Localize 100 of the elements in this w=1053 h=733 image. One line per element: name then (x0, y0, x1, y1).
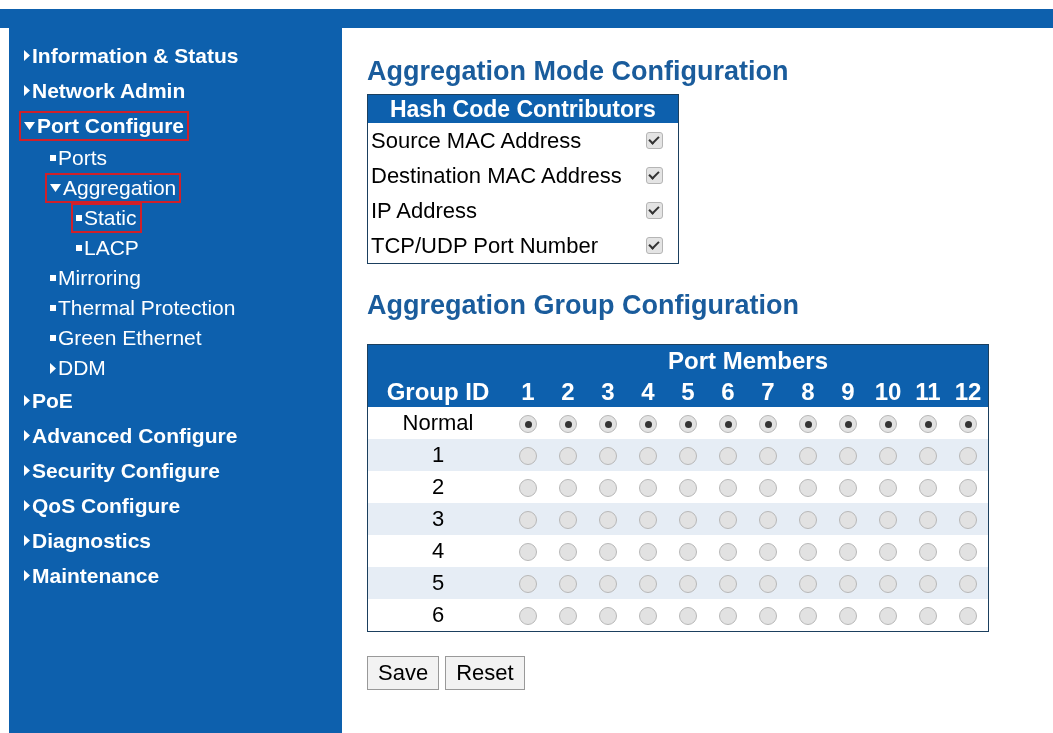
radio-button[interactable] (519, 575, 537, 594)
radio-button[interactable] (879, 479, 897, 498)
radio-button[interactable] (639, 479, 657, 498)
radio-button[interactable] (879, 543, 897, 562)
radio-button[interactable] (599, 447, 617, 466)
radio-button[interactable] (639, 543, 657, 562)
radio-button[interactable] (519, 511, 537, 530)
sidebar-item[interactable]: Static (71, 203, 142, 233)
radio-button[interactable] (679, 607, 697, 626)
radio-button[interactable] (519, 543, 537, 562)
sidebar-item[interactable]: PoE (19, 385, 78, 416)
checkbox[interactable] (645, 167, 663, 184)
action-button[interactable]: Save (367, 656, 440, 690)
action-button[interactable]: Reset (445, 656, 525, 690)
radio-button[interactable] (759, 479, 777, 498)
sidebar-item[interactable]: Port Configure (19, 110, 189, 141)
sidebar-item[interactable]: QoS Configure (19, 490, 186, 521)
radio-button[interactable] (919, 479, 937, 498)
radio-button[interactable] (519, 479, 537, 498)
radio-button[interactable] (519, 447, 537, 466)
radio-button[interactable] (719, 415, 737, 434)
radio-button[interactable] (879, 511, 897, 530)
radio-button[interactable] (799, 511, 817, 530)
sidebar-item[interactable]: Aggregation (45, 173, 182, 203)
radio-button[interactable] (879, 415, 897, 434)
radio-button[interactable] (599, 607, 617, 626)
radio-button[interactable] (759, 511, 777, 530)
radio-button[interactable] (559, 511, 577, 530)
radio-button[interactable] (959, 511, 977, 530)
sidebar-item[interactable]: DDM (45, 353, 111, 383)
sidebar-item[interactable]: Advanced Configure (19, 420, 243, 451)
radio-button[interactable] (839, 575, 857, 594)
radio-button[interactable] (959, 607, 977, 626)
radio-button[interactable] (919, 607, 937, 626)
sidebar-item[interactable]: Information & Status (19, 40, 244, 71)
radio-button[interactable] (639, 511, 657, 530)
radio-button[interactable] (919, 511, 937, 530)
radio-button[interactable] (839, 511, 857, 530)
sidebar-item[interactable]: Maintenance (19, 560, 165, 591)
radio-button[interactable] (879, 607, 897, 626)
sidebar-item[interactable]: Network Admin (19, 75, 191, 106)
radio-button[interactable] (679, 575, 697, 594)
radio-button[interactable] (519, 415, 537, 434)
radio-button[interactable] (759, 447, 777, 466)
radio-button[interactable] (919, 575, 937, 594)
radio-button[interactable] (799, 543, 817, 562)
radio-button[interactable] (919, 543, 937, 562)
radio-button[interactable] (559, 543, 577, 562)
radio-button[interactable] (559, 575, 577, 594)
radio-button[interactable] (719, 511, 737, 530)
radio-button[interactable] (799, 447, 817, 466)
radio-button[interactable] (599, 511, 617, 530)
checkbox[interactable] (645, 202, 663, 219)
radio-button[interactable] (839, 543, 857, 562)
sidebar-item[interactable]: Thermal Protection (45, 293, 241, 323)
radio-button[interactable] (799, 575, 817, 594)
radio-button[interactable] (719, 575, 737, 594)
radio-button[interactable] (959, 479, 977, 498)
radio-button[interactable] (639, 607, 657, 626)
radio-button[interactable] (559, 415, 577, 434)
sidebar-item[interactable]: Diagnostics (19, 525, 157, 556)
radio-button[interactable] (679, 447, 697, 466)
radio-button[interactable] (959, 543, 977, 562)
radio-button[interactable] (839, 447, 857, 466)
radio-button[interactable] (519, 607, 537, 626)
radio-button[interactable] (559, 607, 577, 626)
radio-button[interactable] (719, 479, 737, 498)
radio-button[interactable] (879, 575, 897, 594)
radio-button[interactable] (959, 575, 977, 594)
radio-button[interactable] (719, 607, 737, 626)
radio-button[interactable] (599, 543, 617, 562)
radio-button[interactable] (599, 479, 617, 498)
radio-button[interactable] (679, 511, 697, 530)
radio-button[interactable] (559, 447, 577, 466)
sidebar-item[interactable]: Ports (45, 143, 112, 173)
radio-button[interactable] (919, 447, 937, 466)
radio-button[interactable] (839, 607, 857, 626)
checkbox[interactable] (645, 132, 663, 149)
radio-button[interactable] (799, 607, 817, 626)
radio-button[interactable] (839, 479, 857, 498)
radio-button[interactable] (959, 447, 977, 466)
radio-button[interactable] (679, 543, 697, 562)
radio-button[interactable] (639, 447, 657, 466)
radio-button[interactable] (599, 575, 617, 594)
radio-button[interactable] (719, 447, 737, 466)
radio-button[interactable] (559, 479, 577, 498)
radio-button[interactable] (839, 415, 857, 434)
radio-button[interactable] (759, 415, 777, 434)
radio-button[interactable] (919, 415, 937, 434)
sidebar-item[interactable]: Green Ethernet (45, 323, 207, 353)
radio-button[interactable] (679, 479, 697, 498)
radio-button[interactable] (639, 575, 657, 594)
checkbox[interactable] (645, 237, 663, 254)
radio-button[interactable] (759, 607, 777, 626)
sidebar-item[interactable]: LACP (71, 233, 144, 263)
radio-button[interactable] (599, 415, 617, 434)
radio-button[interactable] (959, 415, 977, 434)
radio-button[interactable] (799, 415, 817, 434)
radio-button[interactable] (759, 543, 777, 562)
radio-button[interactable] (719, 543, 737, 562)
